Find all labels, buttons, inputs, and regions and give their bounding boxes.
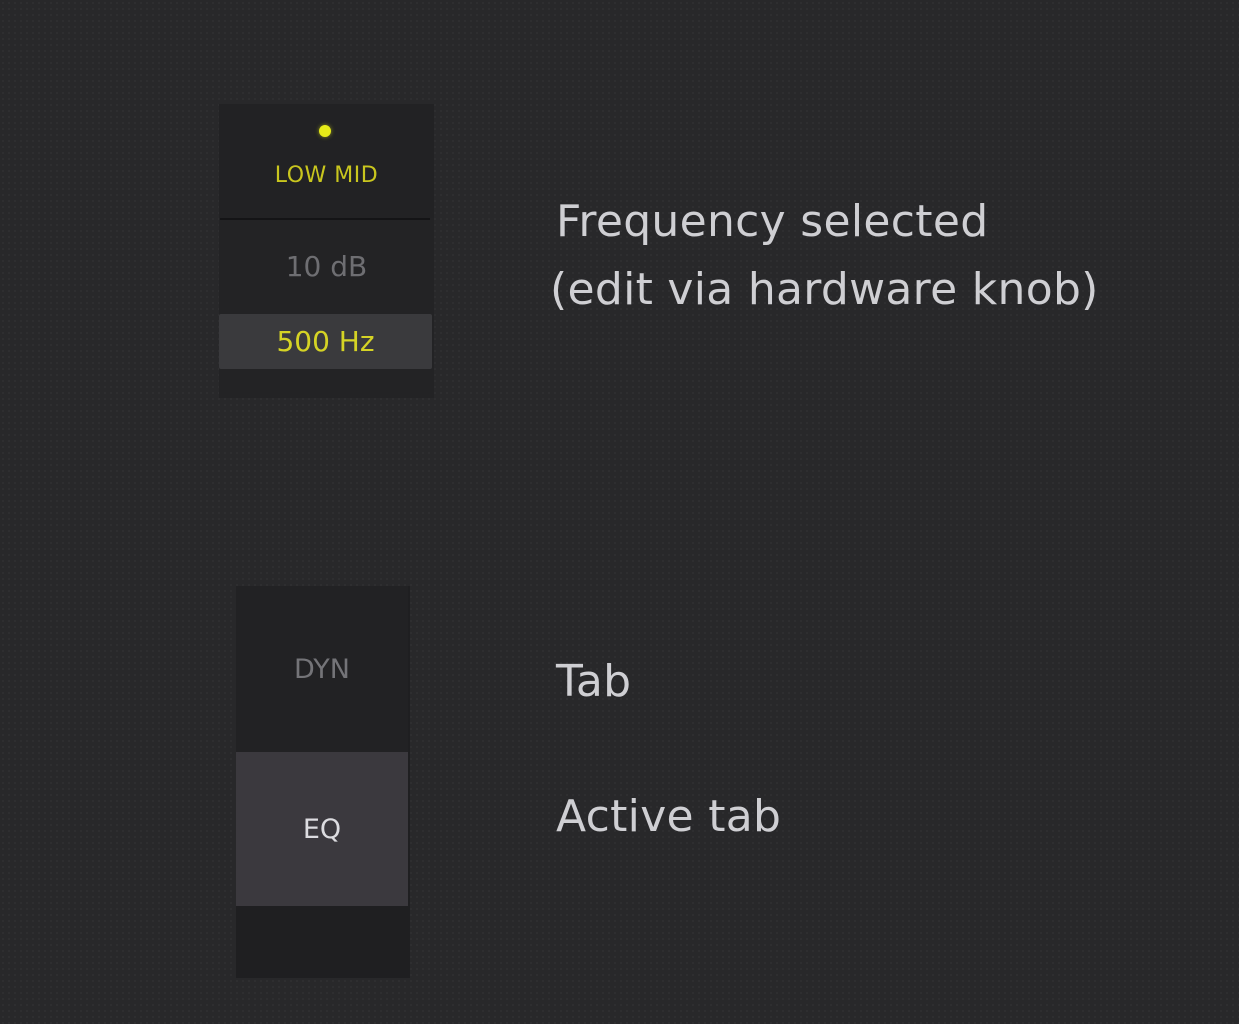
frequency-value-selected[interactable]: 500 Hz <box>219 314 432 369</box>
tab-dyn[interactable]: DYN <box>236 586 408 752</box>
tab-eq-active[interactable]: EQ <box>236 752 408 906</box>
gain-value[interactable]: 10 dB <box>219 250 434 283</box>
tab-panel: DYN EQ <box>236 586 410 978</box>
band-active-led-icon <box>319 125 331 137</box>
active-tab-caption: Active tab <box>556 791 782 842</box>
band-divider <box>220 218 430 220</box>
tab-caption: Tab <box>556 656 632 707</box>
eq-band-panel: LOW MID 10 dB 500 Hz <box>219 104 434 398</box>
frequency-edit-hint-caption: (edit via hardware knob) <box>550 264 1099 315</box>
frequency-selected-caption: Frequency selected <box>556 196 989 247</box>
band-header[interactable]: LOW MID <box>219 104 434 218</box>
band-name-label: LOW MID <box>274 163 379 188</box>
